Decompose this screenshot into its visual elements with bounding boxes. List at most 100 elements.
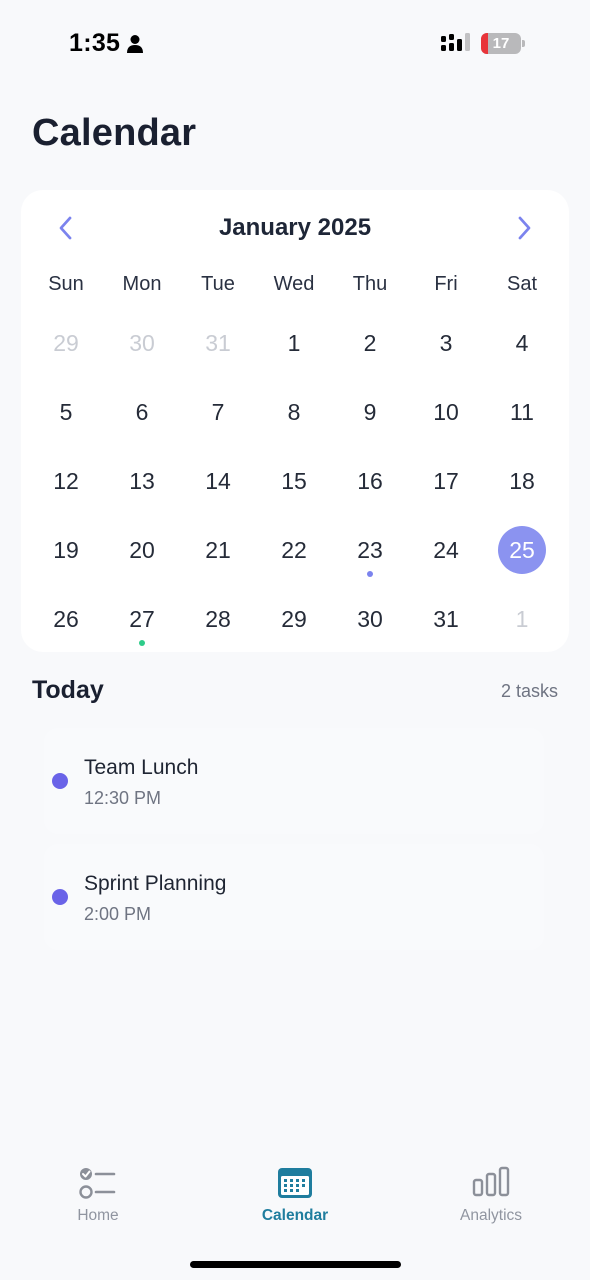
day-cell[interactable]: 21 — [180, 520, 256, 589]
day-cell[interactable]: 24 — [408, 520, 484, 589]
day-number: 14 — [205, 468, 231, 494]
day-cell[interactable]: 13 — [104, 451, 180, 520]
week-row: 19 20 21 22 23 24 25 — [28, 520, 560, 589]
bar-chart-icon — [472, 1166, 510, 1197]
day-cell[interactable]: 12 — [28, 451, 104, 520]
day-number: 3 — [439, 330, 453, 356]
day-cell[interactable]: 18 — [484, 451, 560, 520]
day-number: 28 — [205, 606, 231, 632]
day-number: 23 — [357, 537, 383, 563]
day-number: 19 — [53, 537, 79, 563]
day-number: 15 — [281, 468, 307, 494]
today-heading: Today — [32, 676, 104, 704]
day-cell[interactable]: 4 — [484, 313, 560, 382]
day-cell[interactable]: 15 — [256, 451, 332, 520]
day-cell[interactable]: 1 — [484, 589, 560, 658]
task-name: Team Lunch — [84, 756, 199, 779]
day-number: 1 — [287, 330, 301, 356]
calendar-icon — [278, 1168, 312, 1198]
task-time: 2:00 PM — [84, 904, 152, 924]
day-cell[interactable]: 29 — [28, 313, 104, 382]
day-number: 13 — [129, 468, 155, 494]
weekday-label: Sat — [506, 273, 538, 295]
day-cell[interactable]: 7 — [180, 382, 256, 451]
day-number: 11 — [510, 399, 534, 425]
tab-home-label: Home — [77, 1207, 119, 1224]
battery-cap — [522, 40, 525, 47]
task-item[interactable]: Team Lunch 12:30 PM — [44, 728, 544, 834]
day-cell[interactable]: 9 — [332, 382, 408, 451]
battery-percent: 17 — [492, 35, 510, 52]
day-cell[interactable]: 30 — [104, 313, 180, 382]
weekday-label: Thu — [352, 273, 388, 295]
weekday-label: Mon — [122, 273, 162, 295]
weekday-label: Tue — [201, 273, 235, 295]
day-number: 27 — [129, 606, 155, 632]
day-number: 16 — [357, 468, 383, 494]
chevron-right-icon — [518, 216, 531, 240]
day-cell[interactable]: 3 — [408, 313, 484, 382]
week-row: 29 30 31 1 2 3 4 — [28, 313, 560, 382]
task-time: 12:30 PM — [84, 788, 162, 808]
person-icon — [126, 34, 144, 59]
day-cell[interactable]: 27 — [104, 589, 180, 658]
day-number: 20 — [129, 537, 155, 563]
task-name: Sprint Planning — [84, 872, 227, 895]
day-cell[interactable]: 28 — [180, 589, 256, 658]
week-row: 26 27 28 29 30 31 1 — [28, 589, 560, 658]
task-count: 2 tasks — [500, 681, 558, 701]
calendar-card: January 2025 Sun Mon Tue Wed Thu Fri Sat… — [21, 190, 569, 652]
day-cell[interactable]: 26 — [28, 589, 104, 658]
day-number: 30 — [357, 606, 383, 632]
weekday-label: Sun — [48, 273, 84, 295]
tab-home[interactable]: Home — [23, 1162, 173, 1232]
day-number: 8 — [287, 399, 301, 425]
tab-calendar-label: Calendar — [261, 1207, 329, 1224]
month-title: January 2025 — [218, 214, 372, 241]
day-number: 6 — [135, 399, 149, 425]
status-time: 1:35 — [69, 29, 121, 57]
day-number: 29 — [281, 606, 307, 632]
day-number: 12 — [53, 468, 79, 494]
day-number: 24 — [433, 537, 459, 563]
days-grid: 29 30 31 1 2 3 4 5 6 7 8 9 10 11 12 13 14 15 16 17 18 19 20 21 2… — [28, 313, 560, 658]
tab-calendar[interactable]: Calendar — [220, 1162, 370, 1232]
tab-analytics[interactable]: Analytics — [416, 1162, 566, 1232]
day-cell[interactable]: 17 — [408, 451, 484, 520]
day-cell[interactable]: 31 — [180, 313, 256, 382]
day-cell[interactable]: 30 — [332, 589, 408, 658]
day-cell[interactable]: 11 — [484, 382, 560, 451]
day-number: 18 — [509, 468, 535, 494]
day-number: 31 — [205, 330, 231, 356]
day-cell[interactable]: 23 — [332, 520, 408, 589]
day-cell[interactable]: 8 — [256, 382, 332, 451]
day-cell[interactable]: 6 — [104, 382, 180, 451]
day-cell[interactable]: 1 — [256, 313, 332, 382]
day-cell[interactable]: 14 — [180, 451, 256, 520]
task-list: Team Lunch 12:30 PM Sprint Planning 2:00… — [44, 728, 544, 960]
day-number: 26 — [53, 606, 79, 632]
tab-analytics-label: Analytics — [459, 1207, 523, 1224]
day-cell[interactable]: 16 — [332, 451, 408, 520]
day-cell[interactable]: 29 — [256, 589, 332, 658]
day-cell[interactable]: 20 — [104, 520, 180, 589]
weekday-header: Sun Mon Tue Wed Thu Fri Sat — [28, 269, 560, 299]
day-number: 25 — [498, 526, 546, 574]
day-number: 1 — [515, 606, 529, 632]
day-cell[interactable]: 2 — [332, 313, 408, 382]
day-number: 2 — [363, 330, 377, 356]
day-number: 29 — [53, 330, 79, 356]
day-cell-selected[interactable]: 25 — [484, 520, 560, 589]
day-cell[interactable]: 10 — [408, 382, 484, 451]
next-month-button[interactable] — [505, 212, 545, 244]
day-number: 5 — [59, 399, 73, 425]
day-number: 30 — [129, 330, 155, 356]
task-color-dot — [52, 773, 68, 789]
day-cell[interactable]: 19 — [28, 520, 104, 589]
task-item[interactable]: Sprint Planning 2:00 PM — [44, 844, 544, 950]
day-cell[interactable]: 22 — [256, 520, 332, 589]
day-cell[interactable]: 31 — [408, 589, 484, 658]
event-dot — [139, 640, 145, 646]
day-cell[interactable]: 5 — [28, 382, 104, 451]
day-number: 17 — [433, 468, 459, 494]
